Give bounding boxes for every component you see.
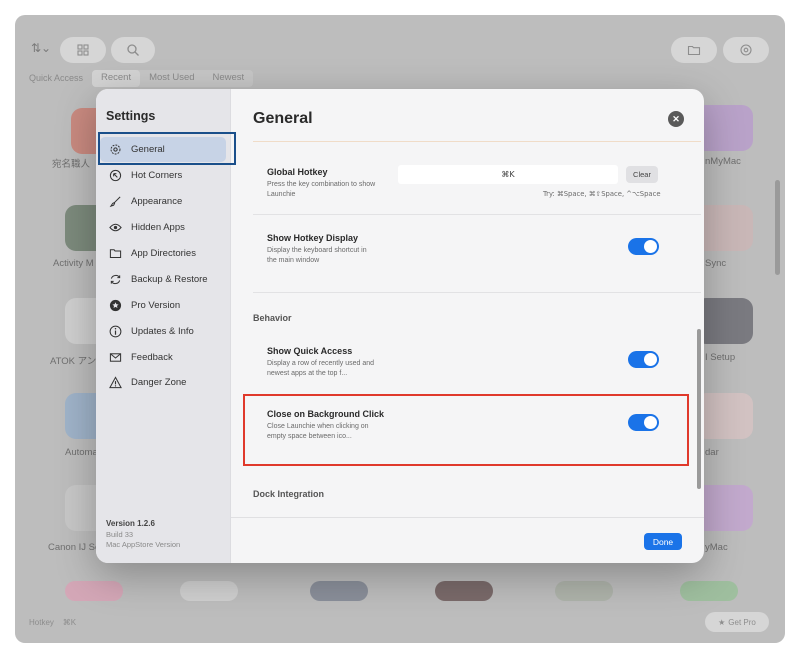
sidebar-item-label: Hidden Apps — [131, 222, 185, 233]
settings-dialog: Settings General Hot Corners Appearance … — [96, 89, 704, 563]
hot-corners-icon — [108, 169, 122, 183]
sidebar-item-label: Feedback — [131, 352, 173, 363]
app-label: 宛名職人 — [52, 159, 91, 170]
show-hotkey-display-toggle[interactable] — [628, 238, 659, 255]
app-label: I Setup — [705, 352, 736, 363]
search-icon — [127, 44, 139, 56]
version-info: Version 1.2.6 Build 33 Mac AppStore Vers… — [106, 519, 180, 551]
sidebar-item-danger-zone[interactable]: Danger Zone — [100, 370, 226, 395]
get-pro-label: Get Pro — [728, 617, 756, 627]
sidebar-item-label: Pro Version — [131, 300, 181, 311]
envelope-icon — [108, 351, 122, 365]
folder-icon — [687, 45, 701, 56]
toggle-knob — [644, 240, 657, 253]
show-hotkey-display-desc: Display the keyboard shortcut in the mai… — [267, 247, 367, 264]
bottom-hotkey-value: ⌘K — [62, 618, 77, 627]
grid-icon — [77, 44, 89, 56]
title-divider — [253, 141, 701, 142]
highlight-annotation — [243, 394, 689, 466]
sidebar-item-label: Danger Zone — [131, 377, 187, 388]
done-button[interactable]: Done — [644, 533, 682, 550]
hotkey-hint: Try: ⌘Space, ⌘⇧Space, ^⌥Space — [543, 190, 661, 198]
get-pro-button[interactable]: ★ Get Pro — [705, 612, 769, 632]
dock-integration-section-header: Dock Integration — [253, 489, 325, 499]
app-icon[interactable] — [180, 581, 238, 601]
paintbrush-icon — [108, 195, 122, 209]
clear-button[interactable]: Clear — [626, 166, 658, 183]
version-label: Version 1.2.6 — [106, 519, 155, 528]
show-quick-access-toggle[interactable] — [628, 351, 659, 368]
page-title: General — [253, 110, 313, 127]
eye-icon — [108, 221, 122, 235]
app-label: Automa — [65, 447, 98, 458]
app-label: Activity M — [53, 258, 94, 269]
app-icon[interactable] — [65, 581, 123, 601]
show-hotkey-display-title: Show Hotkey Display — [267, 233, 359, 243]
global-hotkey-title: Global Hotkey — [267, 167, 328, 177]
warning-icon — [108, 376, 122, 390]
behavior-section-header: Behavior — [253, 313, 292, 323]
sidebar-item-label: Backup & Restore — [131, 274, 208, 285]
tab-recent[interactable]: Recent — [92, 70, 141, 87]
sidebar-item-label: Updates & Info — [131, 326, 194, 337]
sidebar-item-pro-version[interactable]: Pro Version — [100, 293, 226, 318]
star-icon: ★ — [718, 617, 726, 627]
app-label: Sync — [705, 258, 727, 269]
app-label: ATOK アン — [50, 356, 97, 367]
app-icon[interactable] — [310, 581, 368, 601]
sidebar-item-appearance[interactable]: Appearance — [100, 189, 226, 214]
folder-button[interactable] — [671, 37, 717, 63]
sidebar-item-label: Hot Corners — [131, 170, 183, 181]
app-label: Canon IJ Sc — [48, 542, 100, 553]
search-button[interactable] — [111, 37, 155, 63]
tab-newest[interactable]: Newest — [204, 70, 254, 87]
settings-main: General ✕ Global Hotkey Press the key co… — [231, 89, 704, 563]
show-quick-access-title: Show Quick Access — [267, 346, 353, 356]
app-icon[interactable] — [680, 581, 738, 601]
app-label: nMyMac — [705, 156, 741, 167]
settings-scrollbar[interactable] — [697, 329, 701, 489]
bottom-hotkey-label: Hotkey ⌘K — [29, 618, 76, 627]
row-divider — [253, 292, 701, 293]
hotkey-input[interactable]: ⌘K — [398, 165, 618, 184]
app-icon[interactable] — [435, 581, 493, 601]
sidebar-item-feedback[interactable]: Feedback — [100, 345, 226, 370]
app-icon[interactable] — [555, 581, 613, 601]
sidebar-item-hidden-apps[interactable]: Hidden Apps — [100, 215, 226, 240]
global-hotkey-desc: Press the key combination to show Launch… — [267, 181, 376, 198]
app-label: yMac — [705, 542, 728, 553]
toggle-knob — [644, 353, 657, 366]
grid-view-button[interactable] — [60, 37, 106, 63]
sidebar-item-hot-corners[interactable]: Hot Corners — [100, 163, 226, 188]
gear-icon — [740, 44, 752, 56]
sidebar-item-backup-restore[interactable]: Backup & Restore — [100, 267, 226, 292]
quick-access-label: Quick Access — [29, 73, 84, 83]
close-icon: ✕ — [672, 113, 680, 124]
sidebar-title: Settings — [106, 109, 156, 123]
edition-label: Mac AppStore Version — [106, 540, 181, 549]
sort-button[interactable]: ⇅⌄ — [31, 41, 51, 55]
sidebar-item-label: App Directories — [131, 248, 196, 259]
refresh-icon — [108, 273, 122, 287]
folder-icon — [108, 247, 122, 261]
sidebar-item-app-directories[interactable]: App Directories — [100, 241, 226, 266]
quick-access-tabs: Recent Most Used Newest — [92, 70, 254, 87]
info-icon — [108, 325, 122, 339]
launcher-toolbar: ⇅⌄ Quick Access Recent Most Used Newest — [15, 15, 785, 95]
bottom-hotkey-text: Hotkey — [29, 618, 54, 627]
settings-button[interactable] — [723, 37, 769, 63]
build-label: Build 33 — [106, 529, 134, 539]
sidebar-item-updates-info[interactable]: Updates & Info — [100, 319, 226, 344]
close-button[interactable]: ✕ — [668, 111, 684, 127]
star-badge-icon — [108, 299, 122, 313]
selection-highlight — [98, 132, 236, 165]
footer-divider — [231, 517, 704, 518]
sidebar-item-label: Appearance — [131, 196, 183, 207]
show-quick-access-desc: Display a row of recently used and newes… — [267, 360, 374, 377]
tab-most-used[interactable]: Most Used — [140, 70, 203, 87]
row-divider — [253, 214, 701, 215]
app-label: dar — [705, 447, 719, 458]
launcher-scrollbar[interactable] — [775, 180, 780, 275]
